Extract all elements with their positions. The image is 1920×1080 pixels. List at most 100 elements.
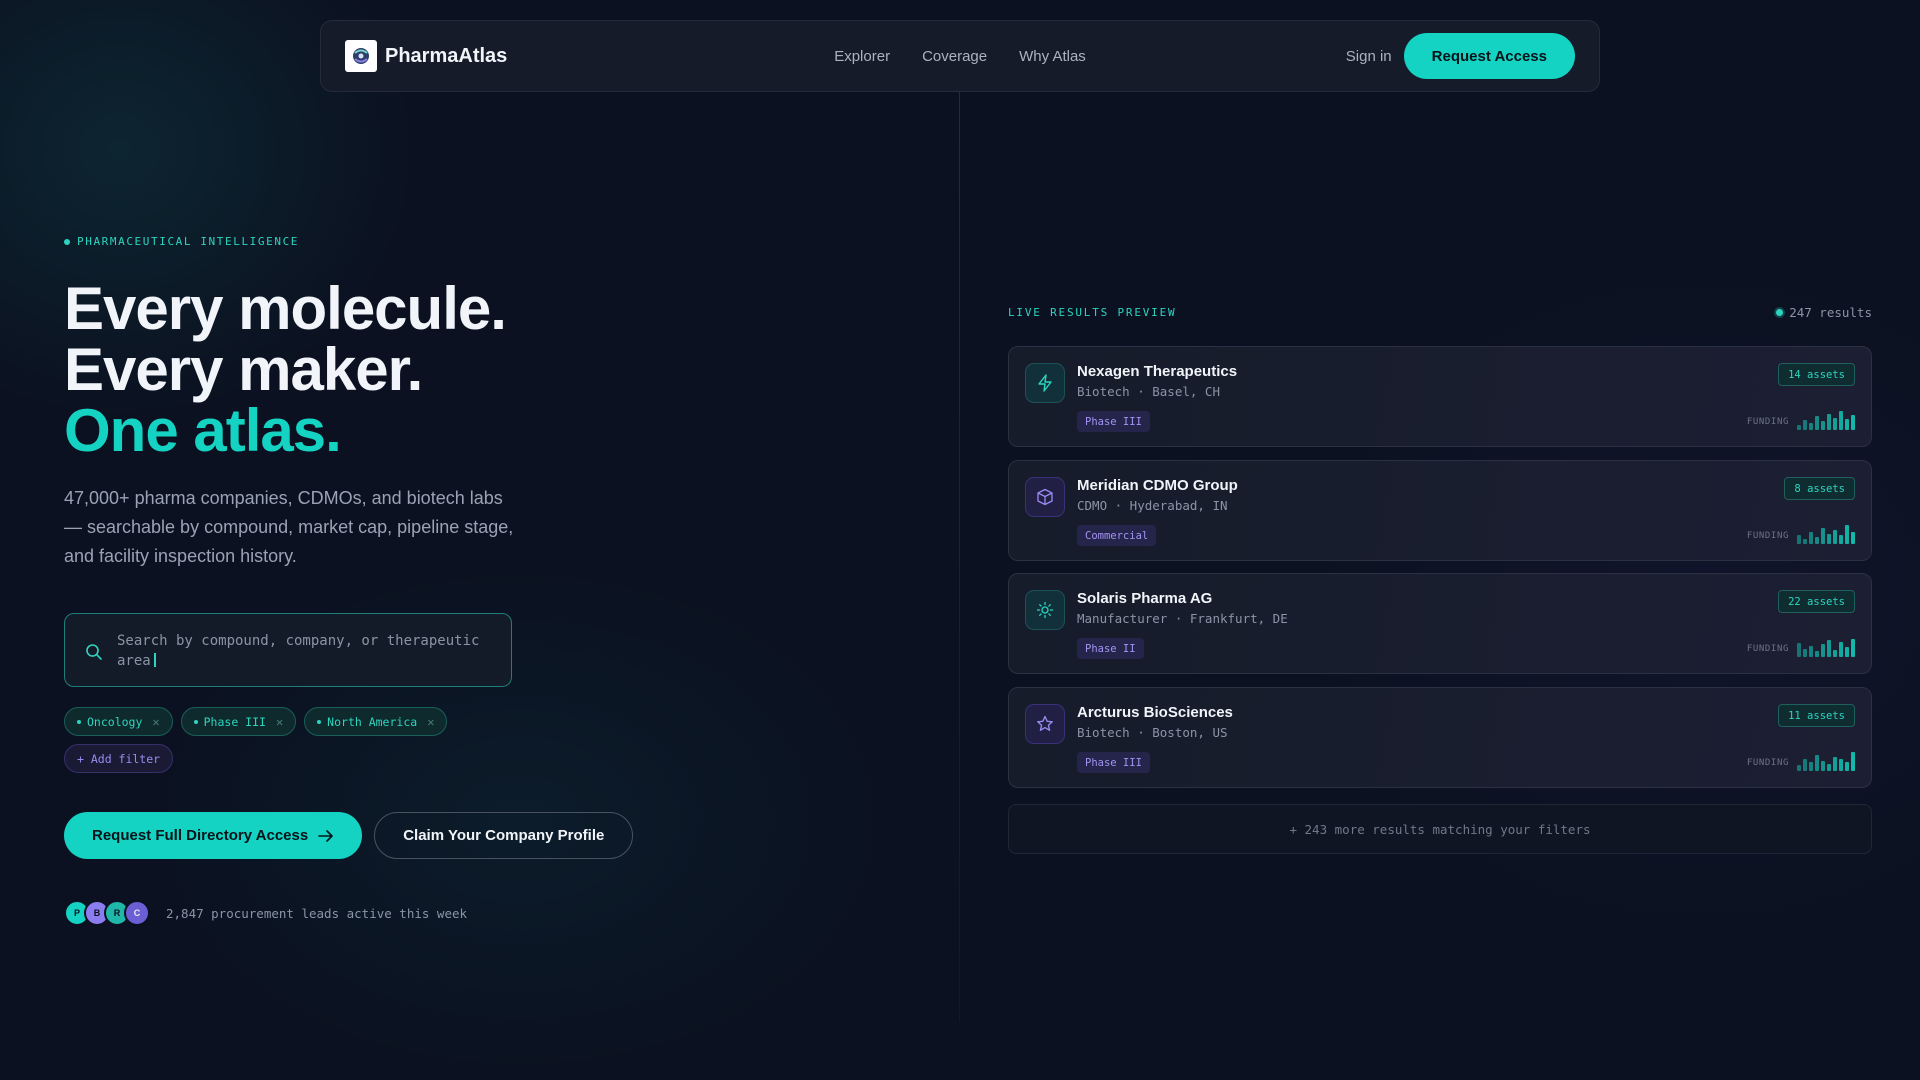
assets-badge: 22 assets bbox=[1778, 590, 1855, 613]
funding-bar bbox=[1803, 539, 1807, 544]
nav-link-explorer[interactable]: Explorer bbox=[834, 48, 890, 65]
cta-primary-label: Request Full Directory Access bbox=[92, 827, 309, 844]
claim-company-profile-button[interactable]: Claim Your Company Profile bbox=[374, 812, 634, 859]
funding-bar bbox=[1797, 535, 1801, 544]
star-icon bbox=[1025, 704, 1065, 744]
hero-headline: Every molecule. Every maker. One atlas. bbox=[64, 275, 507, 464]
result-card-nexagen[interactable]: Nexagen Therapeutics Biotech · Basel, CH… bbox=[1008, 346, 1872, 447]
sun-icon bbox=[1025, 590, 1065, 630]
funding-bar bbox=[1809, 423, 1813, 430]
result-card-arcturus[interactable]: Arcturus BioSciences Biotech · Boston, U… bbox=[1008, 687, 1872, 788]
funding-bars bbox=[1797, 751, 1855, 771]
funding-label: FUNDING bbox=[1746, 758, 1789, 768]
chip-label: Phase III bbox=[203, 714, 266, 729]
nav-link-why-atlas[interactable]: Why Atlas bbox=[1019, 48, 1086, 65]
funding-bar bbox=[1821, 421, 1825, 430]
arrow-right-icon bbox=[318, 829, 334, 842]
stage-tag: Phase II bbox=[1077, 638, 1144, 659]
assets-badge: 8 assets bbox=[1784, 477, 1855, 500]
stage-tag: Phase III bbox=[1077, 411, 1150, 432]
company-name: Meridian CDMO Group bbox=[1077, 477, 1238, 494]
funding-bar bbox=[1833, 650, 1837, 657]
funding-bar bbox=[1809, 532, 1813, 544]
funding-sparkline: FUNDING bbox=[1747, 751, 1855, 771]
brand-name: PharmaAtlas bbox=[385, 44, 508, 67]
remove-chip-icon[interactable]: ✕ bbox=[152, 715, 159, 729]
assets-badge: 11 assets bbox=[1778, 704, 1855, 727]
bolt-icon bbox=[1025, 363, 1065, 403]
company-meta: Biotech · Boston, US bbox=[1077, 725, 1228, 740]
search-input[interactable]: Search by compound, company, or therapeu… bbox=[117, 631, 491, 671]
funding-sparkline: FUNDING bbox=[1747, 524, 1855, 544]
funding-label: FUNDING bbox=[1746, 417, 1789, 427]
request-directory-access-button[interactable]: Request Full Directory Access bbox=[64, 812, 363, 859]
result-card-solaris[interactable]: Solaris Pharma AG Manufacturer · Frankfu… bbox=[1008, 573, 1872, 674]
funding-bar bbox=[1851, 532, 1855, 544]
funding-bar bbox=[1839, 642, 1843, 657]
company-meta: Biotech · Basel, CH bbox=[1077, 384, 1220, 399]
social-proof-text: 2,847 procurement leads active this week bbox=[166, 905, 468, 921]
headline-line-3: One atlas. bbox=[64, 397, 342, 464]
result-card-meridian[interactable]: Meridian CDMO Group CDMO · Hyderabad, IN… bbox=[1008, 460, 1872, 561]
filter-chips: Oncology ✕ Phase III ✕ North America ✕ +… bbox=[64, 707, 484, 773]
funding-label: FUNDING bbox=[1746, 531, 1789, 541]
brand-logo[interactable]: PharmaAtlas bbox=[345, 40, 507, 72]
funding-bar bbox=[1803, 759, 1807, 771]
funding-bar bbox=[1845, 419, 1849, 430]
cube-icon bbox=[1025, 477, 1065, 517]
funding-bar bbox=[1839, 535, 1843, 544]
hero-cta-group: Request Full Directory Access Claim Your… bbox=[64, 812, 634, 859]
remove-chip-icon[interactable]: ✕ bbox=[276, 715, 283, 729]
preview-header: LIVE RESULTS PREVIEW 247 results bbox=[1008, 305, 1872, 320]
headline-line-1: Every molecule. bbox=[64, 275, 507, 342]
funding-bar bbox=[1803, 420, 1807, 430]
sign-in-link[interactable]: Sign in bbox=[1346, 48, 1392, 65]
funding-bar bbox=[1815, 416, 1819, 430]
top-navbar: PharmaAtlas Explorer Coverage Why Atlas … bbox=[320, 20, 1600, 92]
funding-bar bbox=[1851, 752, 1855, 771]
funding-bar bbox=[1845, 525, 1849, 544]
funding-bar bbox=[1821, 528, 1825, 544]
filter-chip-oncology[interactable]: Oncology ✕ bbox=[64, 707, 173, 736]
nav-link-coverage[interactable]: Coverage bbox=[922, 48, 987, 65]
funding-bar bbox=[1827, 534, 1831, 544]
search-box[interactable]: Search by compound, company, or therapeu… bbox=[64, 613, 512, 687]
text-caret bbox=[153, 653, 156, 667]
funding-bar bbox=[1827, 640, 1831, 657]
funding-bars bbox=[1797, 637, 1855, 657]
search-placeholder: Search by compound, company, or therapeu… bbox=[117, 633, 480, 669]
social-proof: P B R C 2,847 procurement leads active t… bbox=[64, 900, 467, 926]
funding-sparkline: FUNDING bbox=[1747, 637, 1855, 657]
funding-bar bbox=[1827, 764, 1831, 771]
funding-bar bbox=[1827, 414, 1831, 430]
nav-links: Explorer Coverage Why Atlas bbox=[834, 48, 1086, 65]
chip-dot bbox=[193, 719, 198, 724]
company-meta: CDMO · Hyderabad, IN bbox=[1077, 498, 1228, 513]
more-results-link[interactable]: + 243 more results matching your filters bbox=[1008, 804, 1872, 854]
funding-bar bbox=[1815, 537, 1819, 544]
live-indicator-icon bbox=[1776, 309, 1784, 316]
eyebrow-text: PHARMACEUTICAL INTELLIGENCE bbox=[77, 235, 300, 248]
funding-bar bbox=[1797, 643, 1801, 657]
funding-bar bbox=[1809, 646, 1813, 657]
add-filter-button[interactable]: + Add filter bbox=[64, 744, 174, 773]
funding-bar bbox=[1851, 639, 1855, 657]
results-count-text: 247 results bbox=[1789, 305, 1872, 320]
filter-chip-north-america[interactable]: North America ✕ bbox=[304, 707, 448, 736]
search-icon bbox=[86, 644, 102, 660]
request-access-button[interactable]: Request Access bbox=[1403, 33, 1575, 79]
funding-bar bbox=[1821, 644, 1825, 657]
remove-chip-icon[interactable]: ✕ bbox=[427, 715, 434, 729]
funding-bar bbox=[1833, 757, 1837, 771]
funding-bar bbox=[1845, 647, 1849, 657]
eyebrow-label: PHARMACEUTICAL INTELLIGENCE bbox=[64, 235, 299, 248]
funding-sparkline: FUNDING bbox=[1747, 410, 1855, 430]
headline-line-2: Every maker. bbox=[64, 336, 423, 403]
chip-label: Oncology bbox=[87, 714, 143, 729]
funding-bar bbox=[1839, 759, 1843, 771]
stage-tag: Commercial bbox=[1077, 525, 1157, 546]
vertical-divider bbox=[959, 92, 960, 1022]
logo-icon bbox=[345, 40, 377, 72]
filter-chip-phase-iii[interactable]: Phase III ✕ bbox=[180, 707, 297, 736]
stage-tag: Phase III bbox=[1077, 752, 1150, 773]
